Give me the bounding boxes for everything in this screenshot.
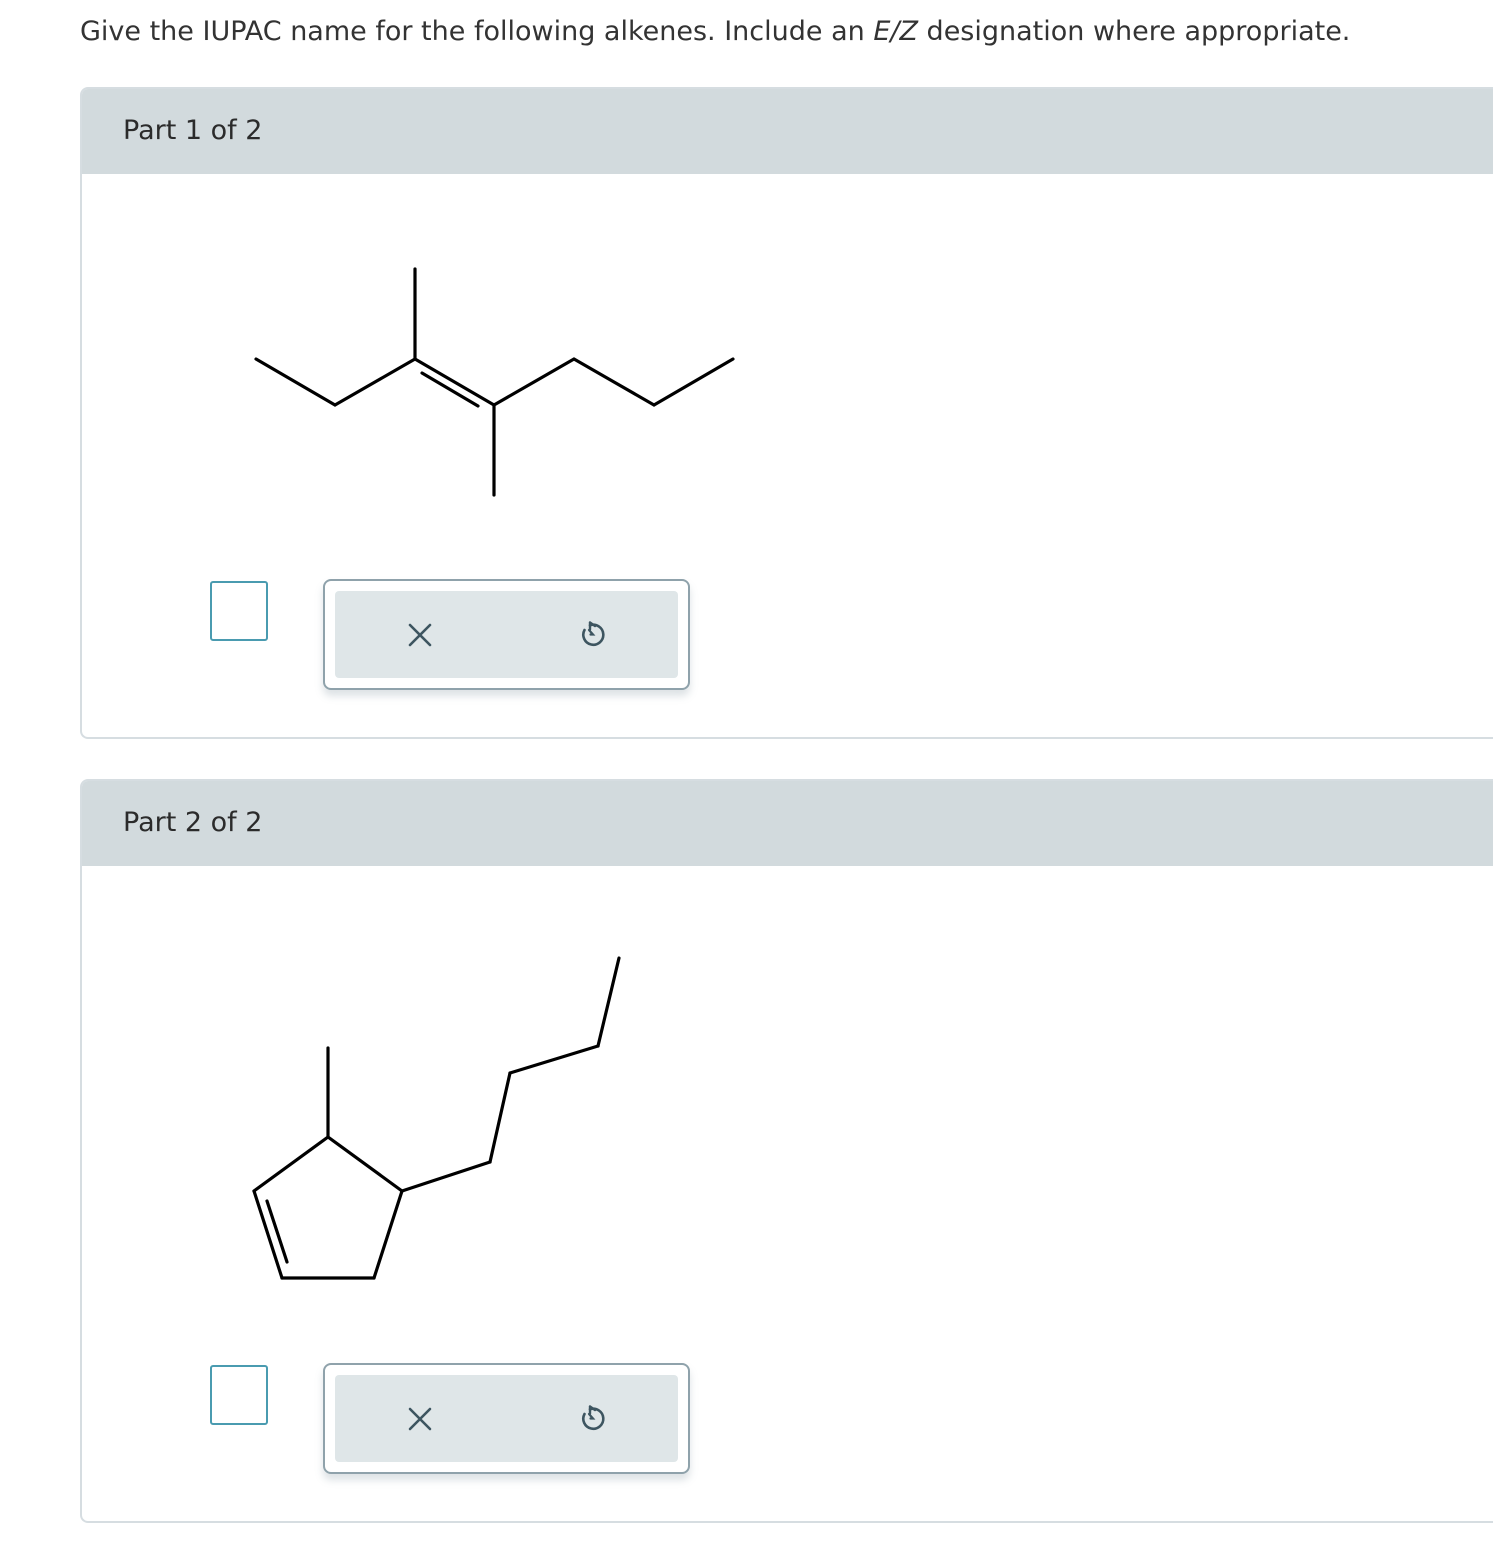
molecule-structure-2 <box>252 956 621 1280</box>
question-emphasis: E/Z <box>873 16 918 47</box>
clear-button-2[interactable] <box>400 1399 440 1439</box>
bond <box>333 357 417 407</box>
clear-button-1[interactable] <box>400 615 440 655</box>
part-2-panel: Part 2 of 2 <box>80 779 1493 1523</box>
bond <box>400 1160 492 1193</box>
bond <box>372 1189 404 1280</box>
question-prefix: Give the IUPAC name for the following al… <box>80 16 874 47</box>
reset-button-1[interactable] <box>572 615 612 655</box>
answer-tools-1 <box>323 579 690 690</box>
double-bond <box>413 357 496 407</box>
answer-input-1[interactable] <box>210 581 268 641</box>
answer-tools-2 <box>323 1363 690 1474</box>
molecule-structure-1 <box>254 267 735 497</box>
double-bond-inner <box>265 1199 289 1264</box>
bond <box>492 357 576 407</box>
question-suffix: designation where appropriate. <box>917 16 1351 47</box>
part-1-panel: Part 1 of 2 <box>80 87 1493 739</box>
reset-button-2[interactable] <box>572 1399 612 1439</box>
close-x-icon <box>408 1407 432 1431</box>
question-prompt: Give the IUPAC name for the following al… <box>80 12 1350 52</box>
answer-input-2[interactable] <box>210 1365 268 1425</box>
undo-circle-icon <box>582 1405 605 1431</box>
bond <box>596 956 621 1048</box>
bond <box>652 357 735 407</box>
close-x-icon <box>408 623 432 647</box>
bond <box>572 357 656 407</box>
answer-tools-bar-1 <box>335 591 678 678</box>
bond <box>508 1044 600 1075</box>
bond <box>488 1071 512 1164</box>
answer-tools-bar-2 <box>335 1375 678 1462</box>
bond <box>252 1135 330 1193</box>
undo-circle-icon <box>582 621 605 647</box>
bond <box>254 357 337 407</box>
bond <box>326 1135 404 1193</box>
